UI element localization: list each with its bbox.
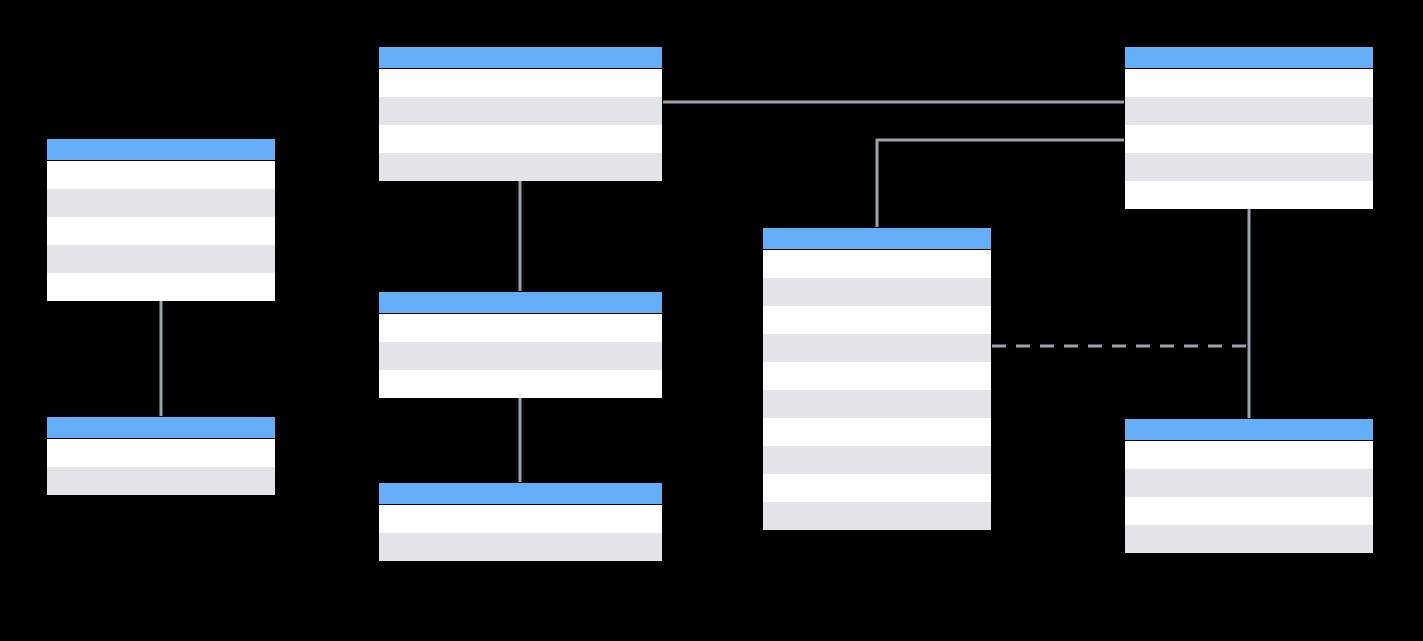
class-node-row (379, 125, 662, 153)
class-node-row (763, 362, 991, 390)
class-node-A[interactable] (46, 138, 276, 300)
class-node-row (47, 217, 275, 245)
class-node-row (379, 153, 662, 181)
class-node-C[interactable] (378, 46, 663, 180)
class-node-row (763, 502, 991, 530)
connector-G-F (877, 140, 1124, 227)
class-node-row (763, 446, 991, 474)
class-node-row (1125, 497, 1373, 525)
class-node-row (1125, 441, 1373, 469)
class-node-header (47, 139, 275, 161)
class-node-header (379, 47, 662, 69)
class-node-row (379, 342, 662, 370)
class-node-row (379, 533, 662, 561)
class-node-D[interactable] (378, 291, 663, 397)
class-node-header (1125, 47, 1373, 69)
class-node-header (47, 417, 275, 439)
class-node-row (47, 189, 275, 217)
class-node-row (1125, 525, 1373, 553)
class-node-row (379, 505, 662, 533)
class-node-G[interactable] (1124, 46, 1374, 208)
class-node-row (1125, 469, 1373, 497)
class-node-header (379, 483, 662, 505)
class-node-row (379, 314, 662, 342)
class-node-header (763, 228, 991, 250)
class-node-header (379, 292, 662, 314)
class-node-row (47, 161, 275, 189)
class-node-row (1125, 181, 1373, 209)
class-node-row (47, 439, 275, 467)
class-node-row (379, 97, 662, 125)
class-node-row (763, 278, 991, 306)
class-node-B[interactable] (46, 416, 276, 494)
class-node-row (379, 69, 662, 97)
class-node-header (1125, 419, 1373, 441)
class-node-H[interactable] (1124, 418, 1374, 552)
class-node-row (1125, 69, 1373, 97)
class-node-E[interactable] (378, 482, 663, 560)
class-node-row (763, 474, 991, 502)
class-node-row (47, 467, 275, 495)
class-node-row (379, 370, 662, 398)
class-node-row (47, 273, 275, 301)
class-node-row (1125, 97, 1373, 125)
class-node-F[interactable] (762, 227, 992, 529)
class-node-row (1125, 125, 1373, 153)
class-node-row (1125, 153, 1373, 181)
class-node-row (763, 306, 991, 334)
class-node-row (763, 390, 991, 418)
diagram-canvas (0, 0, 1423, 641)
class-node-row (47, 245, 275, 273)
class-node-row (763, 250, 991, 278)
class-node-row (763, 334, 991, 362)
class-node-row (763, 418, 991, 446)
